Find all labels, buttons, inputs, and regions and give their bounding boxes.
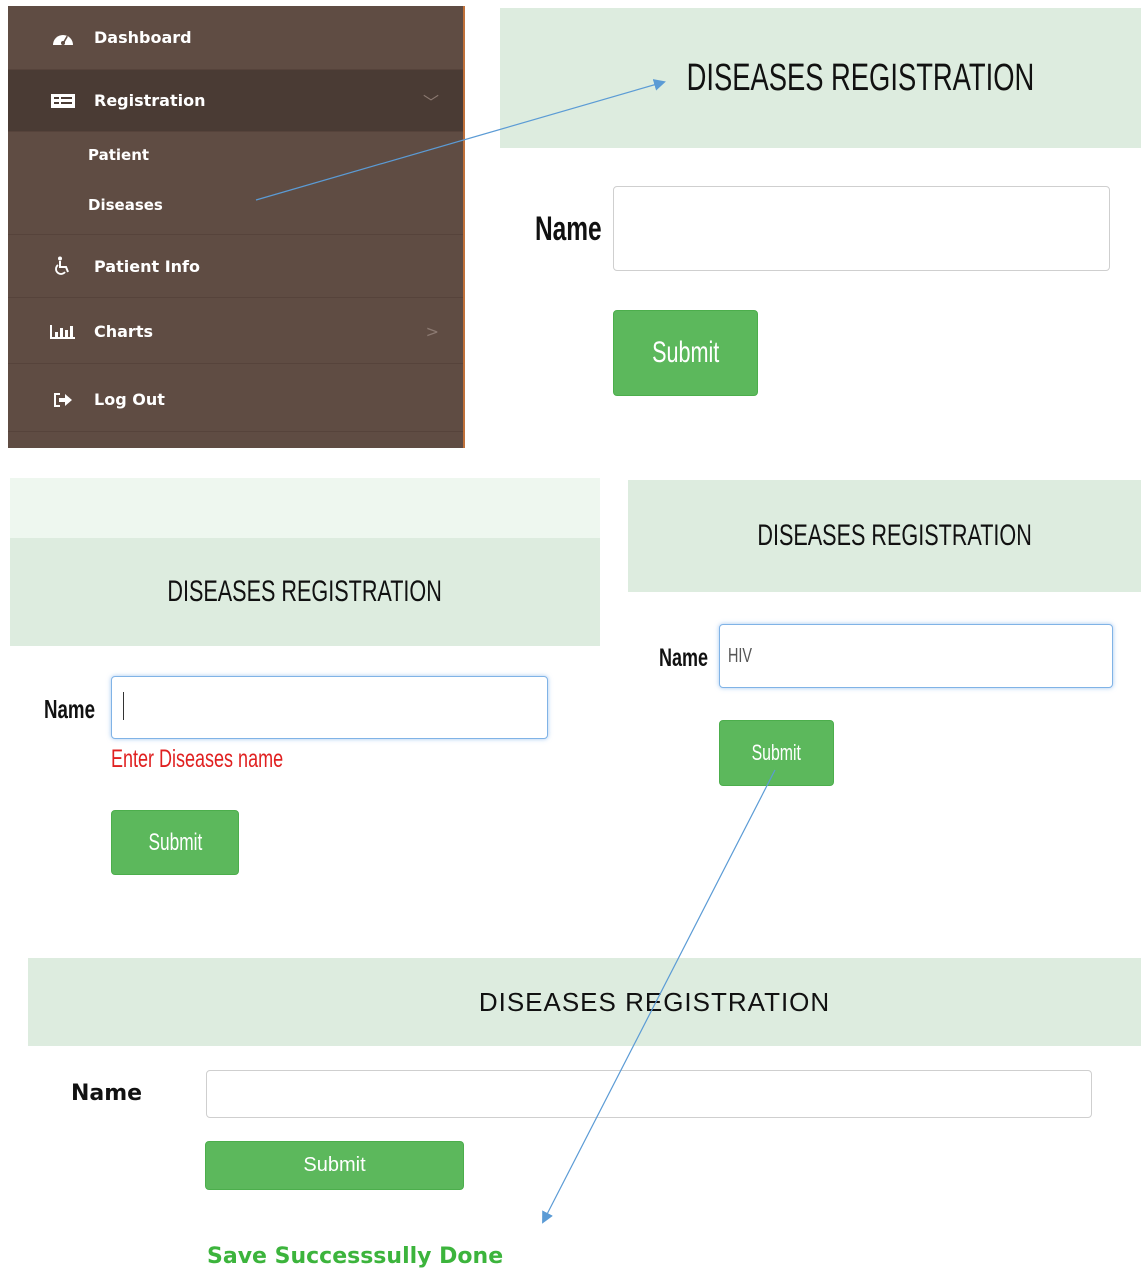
submit-button[interactable]: Submit bbox=[719, 720, 834, 786]
name-input[interactable] bbox=[206, 1070, 1092, 1118]
submit-button[interactable]: Submit bbox=[205, 1141, 464, 1190]
panel4-header: DISEASES REGISTRATION bbox=[28, 958, 1141, 1046]
panel2-top-strip bbox=[10, 478, 600, 538]
name-label: Name bbox=[44, 694, 95, 724]
text-cursor bbox=[123, 692, 124, 720]
panel1-header: DISEASES REGISTRATION bbox=[500, 8, 1141, 148]
sidebar-item-patient-info[interactable]: Patient Info bbox=[8, 234, 463, 298]
panel3-header: DISEASES REGISTRATION bbox=[628, 480, 1141, 592]
registration-icon bbox=[46, 93, 80, 108]
page-title: DISEASES REGISTRATION bbox=[478, 986, 831, 1017]
wheelchair-icon bbox=[46, 256, 80, 276]
sidebar-edge bbox=[463, 6, 465, 448]
logout-icon bbox=[46, 392, 80, 407]
sidebar: Dashboard Registration ﹀ Patient Disease… bbox=[8, 6, 465, 448]
dashboard-icon bbox=[46, 30, 80, 46]
name-label: Name bbox=[71, 1081, 143, 1106]
success-message: Save Successsully Done bbox=[207, 1244, 504, 1269]
sidebar-item-dashboard[interactable]: Dashboard bbox=[8, 6, 463, 70]
sidebar-subitem-patient[interactable]: Patient bbox=[8, 130, 463, 180]
submit-button[interactable]: Submit bbox=[111, 810, 239, 875]
sidebar-item-label: Patient Info bbox=[94, 256, 200, 276]
chevron-right-icon: > bbox=[425, 322, 439, 341]
sidebar-item-registration[interactable]: Registration ﹀ bbox=[8, 70, 463, 132]
sidebar-item-label: Charts bbox=[94, 322, 153, 341]
submit-button[interactable]: Submit bbox=[613, 310, 758, 396]
page-title: DISEASES REGISTRATION bbox=[757, 519, 1032, 552]
sidebar-subitem-label: Diseases bbox=[88, 196, 163, 214]
sidebar-item-label: Dashboard bbox=[94, 28, 192, 47]
page-title: DISEASES REGISTRATION bbox=[167, 575, 443, 608]
sidebar-subitem-label: Patient bbox=[88, 146, 150, 164]
name-input[interactable] bbox=[613, 186, 1110, 271]
bar-chart-icon bbox=[46, 324, 80, 339]
name-input[interactable]: HIV bbox=[719, 624, 1113, 688]
name-input[interactable] bbox=[111, 676, 548, 739]
chevron-down-icon: ﹀ bbox=[422, 92, 439, 112]
panel2-header: DISEASES REGISTRATION bbox=[10, 538, 600, 646]
sidebar-item-label: Registration bbox=[94, 91, 206, 110]
sidebar-item-label: Log Out bbox=[94, 390, 165, 409]
page-title: DISEASES REGISTRATION bbox=[686, 56, 1035, 99]
sidebar-subitem-diseases[interactable]: Diseases bbox=[8, 180, 463, 230]
error-message: Enter Diseases name bbox=[111, 745, 284, 773]
name-label: Name bbox=[659, 644, 709, 672]
sidebar-item-charts[interactable]: Charts > bbox=[8, 300, 463, 364]
sidebar-item-logout[interactable]: Log Out bbox=[8, 368, 463, 432]
